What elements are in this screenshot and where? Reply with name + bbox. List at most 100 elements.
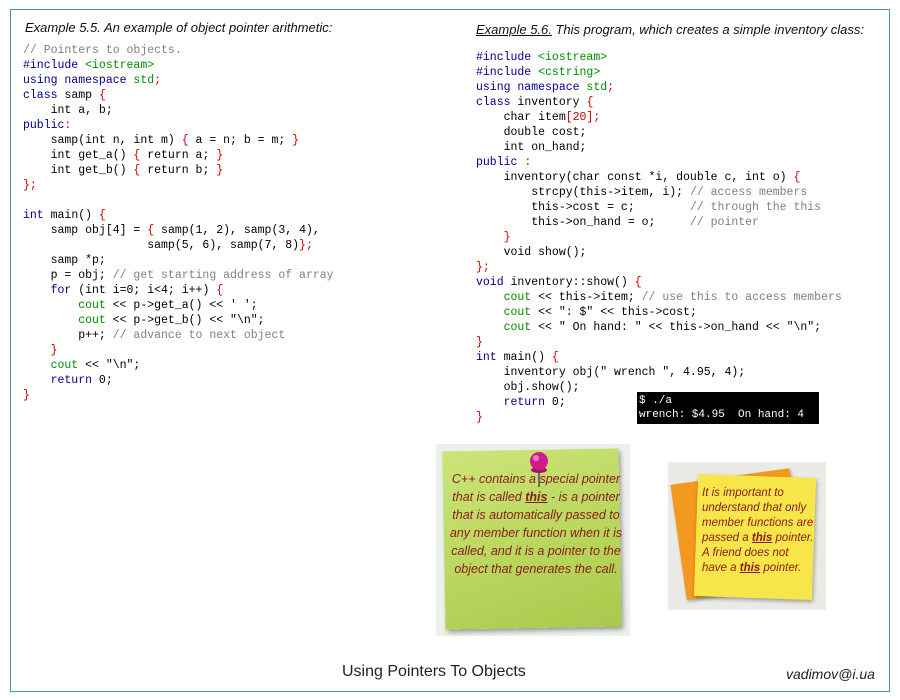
code-token: for xyxy=(23,284,79,297)
code-line: cout << p->get_a() << ' '; xyxy=(23,298,334,313)
right-example-label: Example 5.6. xyxy=(476,22,552,37)
code-token: << "\n"; xyxy=(85,359,141,372)
code-line: p++; // advance to next object xyxy=(23,328,334,343)
code-token: : xyxy=(524,156,532,169)
keyword-this: this xyxy=(525,490,548,504)
code-line: int get_b() { return b; } xyxy=(23,163,334,178)
code-token: return xyxy=(476,396,552,409)
code-token: return b; xyxy=(140,164,217,177)
code-line: #include <cstring> xyxy=(476,65,842,80)
console-result: wrench: $4.95 On hand: 4 xyxy=(639,409,805,421)
code-token: << ": $" << this->cost; xyxy=(538,306,697,319)
code-token: int get_a() xyxy=(23,149,134,162)
code-token: ; xyxy=(607,81,615,94)
code-token: } xyxy=(23,344,58,357)
code-line: // Pointers to objects. xyxy=(23,43,334,58)
code-token: }; xyxy=(476,261,490,274)
code-token: a = n; b = m; xyxy=(188,134,293,147)
right-code-block: #include <iostream> #include <cstring> usi… xyxy=(476,50,842,425)
code-line: cout << " On hand: " << this->on_hand <<… xyxy=(476,320,842,335)
yellow-note-text: It is important to understand that only … xyxy=(702,486,816,576)
code-token: main() xyxy=(50,209,99,222)
code-token: << p->get_b() << "\n"; xyxy=(112,314,265,327)
code-line: samp *p; xyxy=(23,253,334,268)
code-line: using namespace std; xyxy=(23,73,334,88)
code-line: inventory(char const *i, double c, int o… xyxy=(476,170,842,185)
keyword-this: this xyxy=(751,532,773,544)
code-line: #include <iostream> xyxy=(476,50,842,65)
keyword-this: this xyxy=(739,562,761,574)
code-token: // advance to next object xyxy=(112,329,286,342)
code-token: void xyxy=(476,276,511,289)
code-token: std xyxy=(586,81,608,94)
code-token: int get_b() xyxy=(23,164,134,177)
code-token: using namespace xyxy=(476,81,587,94)
code-token: int on_hand; xyxy=(476,141,587,154)
code-line: public: xyxy=(23,118,334,133)
code-token: // use this to access members xyxy=(641,291,842,304)
author-email: vadimov@i.ua xyxy=(786,666,875,682)
code-token: { xyxy=(98,89,106,102)
slide-title: Using Pointers To Objects xyxy=(342,663,526,680)
code-token: : xyxy=(64,119,72,132)
code-token: cout xyxy=(476,306,539,319)
code-token: 0; xyxy=(551,396,566,409)
code-token: public xyxy=(23,119,65,132)
code-line: cout << ": $" << this->cost; xyxy=(476,305,842,320)
code-token: int a, b; xyxy=(23,104,113,117)
code-token: <cstring> xyxy=(538,66,601,79)
code-token: samp xyxy=(64,89,99,102)
code-token: return a; xyxy=(140,149,217,162)
code-line: strcpy(this->item, i); // access members xyxy=(476,185,842,200)
push-pin-icon xyxy=(530,452,548,487)
code-token: { xyxy=(551,351,559,364)
code-token: } xyxy=(216,149,224,162)
code-token: p++; xyxy=(23,329,113,342)
code-line: samp obj[4] = { samp(1, 2), samp(3, 4), xyxy=(23,223,334,238)
code-token: class xyxy=(23,89,65,102)
code-line: } xyxy=(23,343,334,358)
code-token: std xyxy=(133,74,155,87)
code-token: inventory xyxy=(517,96,587,109)
code-line: ​ xyxy=(23,193,334,208)
code-line: inventory obj(" wrench ", 4.95, 4); xyxy=(476,365,842,380)
right-example-text: This program, which creates a simple inv… xyxy=(551,22,864,37)
code-token: #include xyxy=(23,59,86,72)
right-example-caption: Example 5.6. This program, which creates… xyxy=(476,22,864,37)
code-token: { xyxy=(216,284,224,297)
code-token: } xyxy=(23,389,30,402)
code-token: int xyxy=(23,209,51,222)
code-token: }; xyxy=(23,179,37,192)
code-line: int on_hand; xyxy=(476,140,842,155)
code-token: } xyxy=(292,134,300,147)
console-command: $ ./a xyxy=(639,395,673,407)
code-token: samp *p; xyxy=(23,254,106,267)
code-token: samp obj[4] = xyxy=(23,224,148,237)
code-line: }; xyxy=(23,178,334,193)
code-token: // Pointers to objects. xyxy=(23,44,182,57)
code-token: << this->item; xyxy=(538,291,642,304)
code-token: cout xyxy=(23,299,113,312)
code-token: int xyxy=(476,351,504,364)
code-line: samp(5, 6), samp(7, 8)}; xyxy=(23,238,334,253)
code-line: samp(int n, int m) { a = n; b = m; } xyxy=(23,133,334,148)
code-token: ; xyxy=(154,74,162,87)
code-line: p = obj; // get starting address of arra… xyxy=(23,268,334,283)
code-line: void inventory::show() { xyxy=(476,275,842,290)
code-token: samp(int n, int m) xyxy=(23,134,182,147)
code-line: this->cost = c; // through the this xyxy=(476,200,842,215)
code-token: { xyxy=(634,276,642,289)
code-token: << " On hand: " << this->on_hand << "\n"… xyxy=(538,321,822,334)
code-line: }; xyxy=(476,260,842,275)
yellow-sticky-note: It is important to understand that only … xyxy=(668,462,826,610)
code-line: class samp { xyxy=(23,88,334,103)
code-line: char item[20]; xyxy=(476,110,842,125)
code-token: class xyxy=(476,96,518,109)
code-token: this->on_hand = o; xyxy=(476,216,690,229)
code-token: main() xyxy=(503,351,552,364)
code-token: } xyxy=(476,336,483,349)
code-token: // pointer xyxy=(689,216,759,229)
code-token: #include xyxy=(476,51,539,64)
code-line: void show(); xyxy=(476,245,842,260)
code-token: this->cost = c; xyxy=(476,201,690,214)
